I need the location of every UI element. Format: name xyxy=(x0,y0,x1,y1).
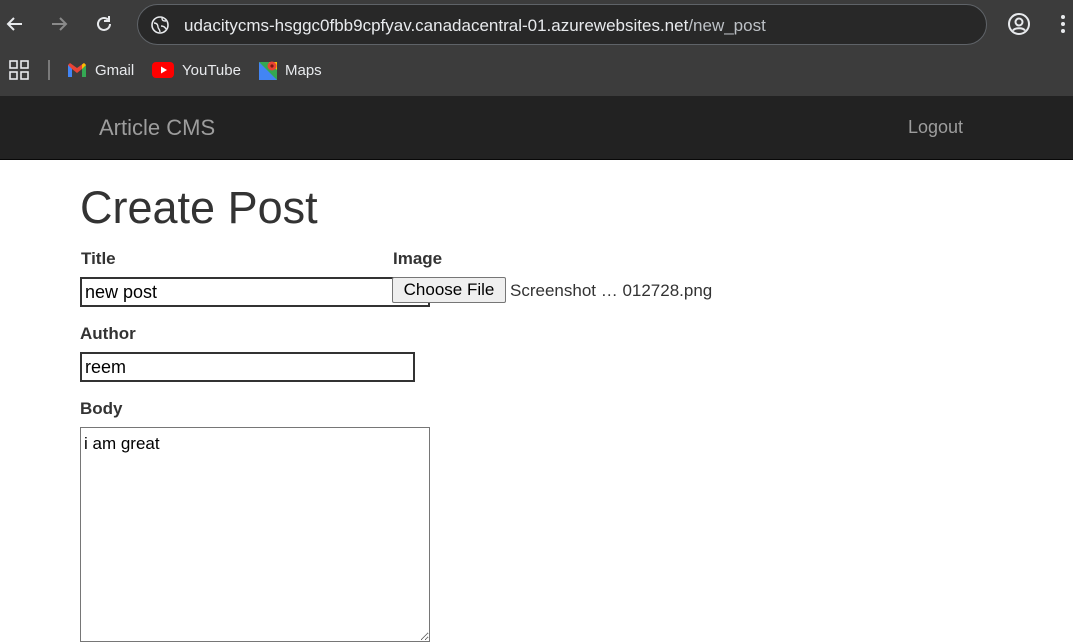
bookmark-label: Maps xyxy=(285,61,322,79)
bookmark-label: Gmail xyxy=(95,61,135,79)
bookmarks-bar: Gmail YouTube Maps xyxy=(0,50,1073,90)
body-textarea[interactable]: i am great xyxy=(80,427,430,642)
browser-chrome: udacitycms-hsggc0fbb9cpfyav.canadacentra… xyxy=(0,0,1073,96)
apps-grid-icon[interactable] xyxy=(9,60,29,80)
reload-button[interactable] xyxy=(91,11,117,37)
url-host: udacitycms-hsggc0fbb9cpfyav.canadacentra… xyxy=(184,16,689,35)
url-text[interactable]: udacitycms-hsggc0fbb9cpfyav.canadacentra… xyxy=(184,16,766,36)
bookmark-maps[interactable]: Maps xyxy=(259,58,322,82)
title-label: Title xyxy=(81,249,116,268)
arrow-left-icon xyxy=(6,17,22,31)
profile-icon[interactable] xyxy=(1007,12,1031,36)
bookmark-gmail[interactable]: Gmail xyxy=(67,58,134,82)
choose-file-button[interactable]: Choose File xyxy=(392,277,506,303)
more-menu-icon[interactable] xyxy=(1055,12,1071,36)
page-title: Create Post xyxy=(80,182,318,233)
image-label: Image xyxy=(393,249,443,268)
reload-icon xyxy=(97,16,111,31)
bookmarks-separator xyxy=(48,60,50,80)
author-label: Author xyxy=(80,324,136,343)
bookmark-label: YouTube xyxy=(182,61,241,79)
url-path: /new_post xyxy=(688,16,766,35)
youtube-icon xyxy=(152,62,174,78)
maps-icon xyxy=(259,61,277,80)
body-label: Body xyxy=(80,399,123,418)
address-bar[interactable]: udacitycms-hsggc0fbb9cpfyav.canadacentra… xyxy=(137,4,987,45)
arrow-right-icon xyxy=(52,17,68,31)
back-button[interactable] xyxy=(2,11,28,37)
forward-button[interactable] xyxy=(46,11,72,37)
site-info-icon[interactable] xyxy=(150,15,170,35)
selected-file-name: Screenshot … 012728.png xyxy=(510,281,713,300)
app-navbar: Article CMS Logout xyxy=(0,96,1073,160)
bookmark-youtube[interactable]: YouTube xyxy=(152,58,241,82)
gmail-icon xyxy=(68,63,86,77)
browser-toolbar: udacitycms-hsggc0fbb9cpfyav.canadacentra… xyxy=(0,0,1073,50)
logout-link[interactable]: Logout xyxy=(908,117,963,138)
title-input[interactable] xyxy=(80,277,430,307)
author-input[interactable] xyxy=(80,352,415,382)
brand-link[interactable]: Article CMS xyxy=(99,115,215,141)
